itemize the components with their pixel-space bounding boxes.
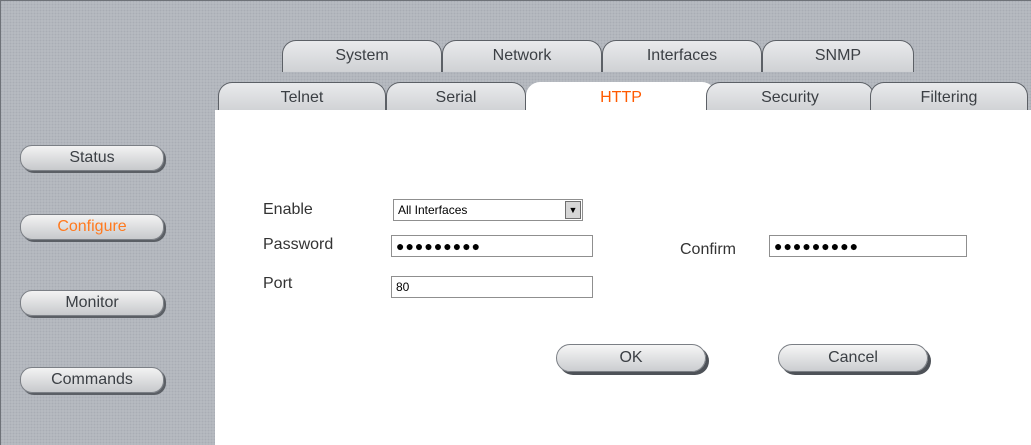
password-label: Password [263, 236, 334, 253]
sidebar-status-button[interactable]: Status [20, 145, 164, 171]
sidebar-configure-button[interactable]: Configure [20, 214, 164, 240]
frame-top-border [0, 0, 1031, 1]
enable-select[interactable]: All Interfaces ▼ [393, 199, 583, 221]
tab-security[interactable]: Security [706, 82, 874, 112]
sidebar-monitor-button[interactable]: Monitor [20, 290, 164, 316]
tab-snmp[interactable]: SNMP [762, 40, 914, 72]
tab-network[interactable]: Network [442, 40, 602, 72]
port-field[interactable] [391, 276, 593, 298]
confirm-password-field[interactable] [769, 235, 967, 257]
enable-select-value: All Interfaces [398, 203, 468, 217]
sidebar-commands-button[interactable]: Commands [20, 367, 164, 393]
cancel-button[interactable]: Cancel [778, 344, 928, 372]
tab-interfaces[interactable]: Interfaces [602, 40, 762, 72]
content-panel [215, 110, 1031, 445]
tab-filtering[interactable]: Filtering [870, 82, 1028, 112]
enable-label: Enable [263, 201, 313, 218]
tab-serial[interactable]: Serial [386, 82, 526, 112]
confirm-label: Confirm [680, 241, 737, 258]
ok-button[interactable]: OK [556, 344, 706, 372]
frame-left-border [0, 0, 1, 445]
dropdown-arrow-icon[interactable]: ▼ [565, 201, 581, 219]
tab-system[interactable]: System [282, 40, 442, 72]
port-label: Port [263, 275, 293, 292]
password-field[interactable] [391, 235, 593, 257]
tab-telnet[interactable]: Telnet [218, 82, 386, 112]
